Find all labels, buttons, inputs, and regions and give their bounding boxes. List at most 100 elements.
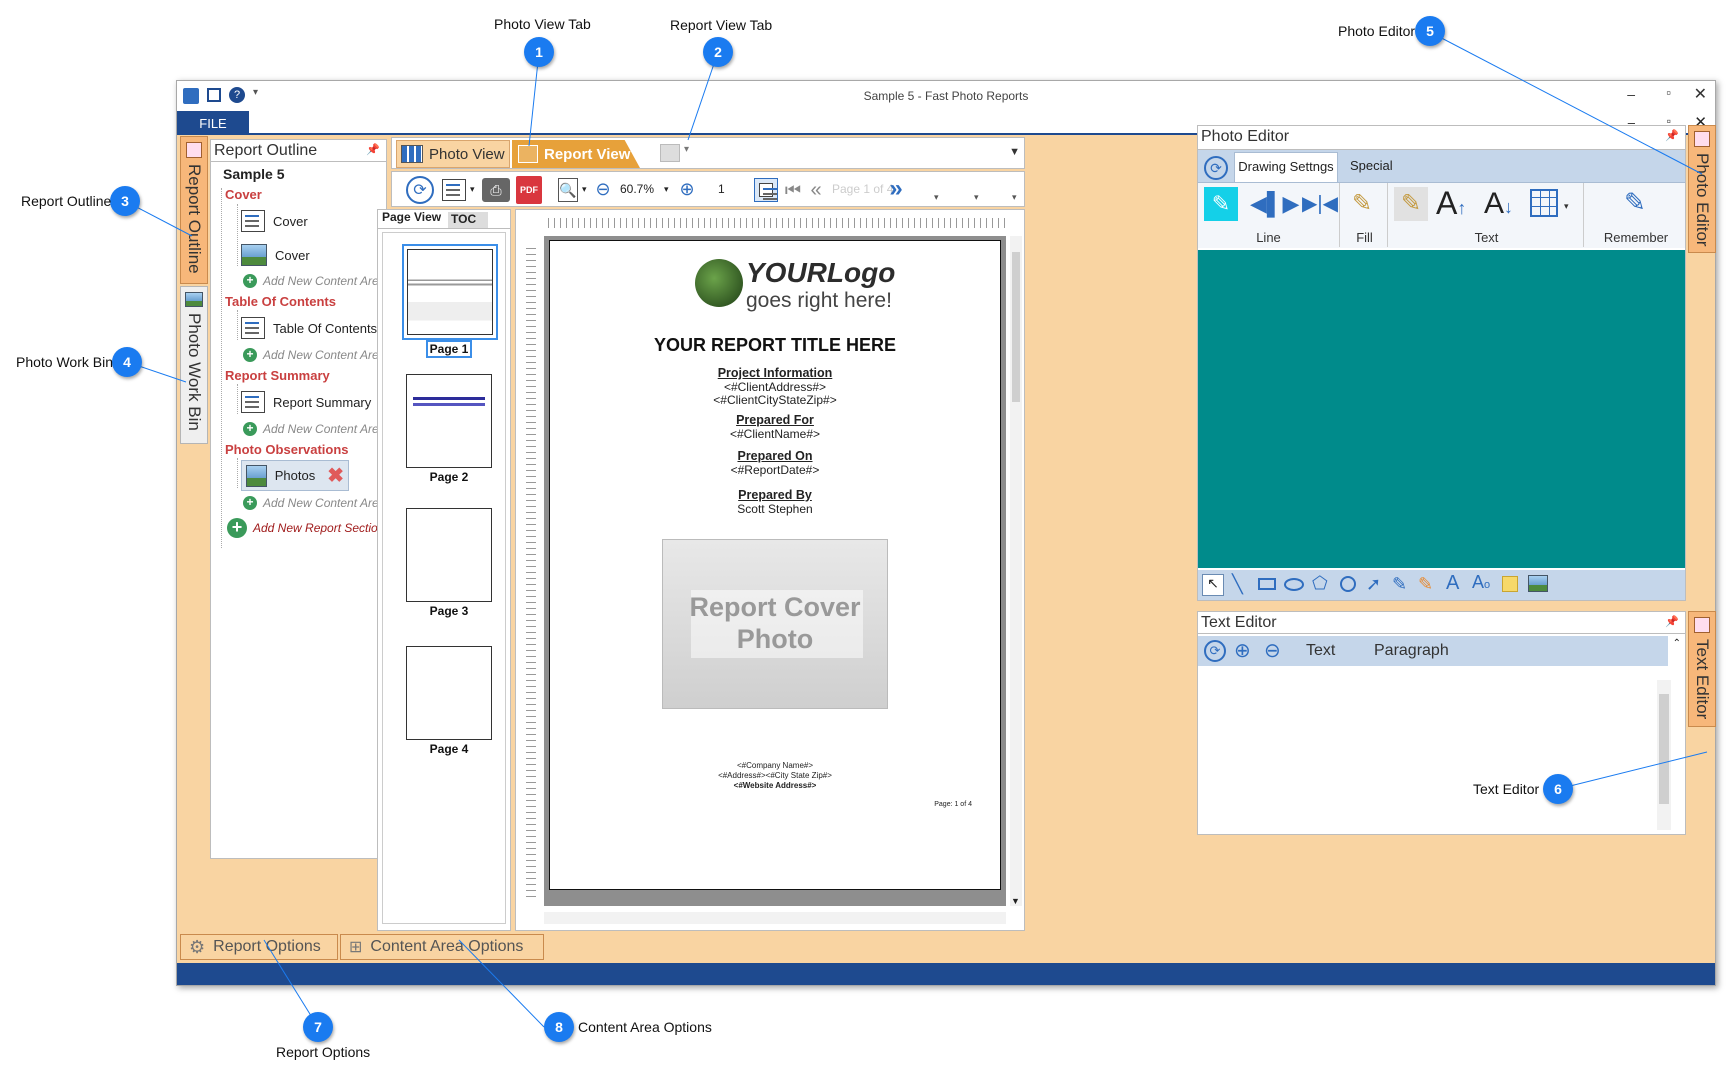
- text-tool-icon[interactable]: A: [1446, 572, 1459, 595]
- tab-text[interactable]: Text: [1306, 642, 1335, 660]
- tab-report-view[interactable]: Report View: [512, 140, 640, 168]
- increase-font-icon[interactable]: A↑: [1436, 185, 1466, 222]
- refresh-icon[interactable]: ⟳: [406, 176, 434, 204]
- zoom-out-icon[interactable]: ⊖: [1264, 638, 1281, 663]
- tab-photo-view[interactable]: Photo View: [396, 140, 510, 168]
- minimize-icon[interactable]: –: [1627, 86, 1635, 102]
- text-brush-icon[interactable]: ✎: [1394, 187, 1428, 221]
- tab-text-editor[interactable]: Text Editor: [1688, 611, 1716, 727]
- toolbar-overflow-icon-3[interactable]: ▾: [1012, 192, 1017, 203]
- tab-photo-editor[interactable]: Photo Editor: [1688, 125, 1716, 253]
- close-icon[interactable]: ✕: [1694, 84, 1707, 104]
- add-report-section[interactable]: + Add New Report Section: [227, 518, 384, 538]
- circle-tool-icon[interactable]: [1340, 576, 1356, 592]
- zoom-in-icon[interactable]: ⊕: [1234, 638, 1251, 663]
- pointer-icon[interactable]: ↖: [1202, 574, 1224, 596]
- highlighter-tool-icon[interactable]: ✎: [1418, 574, 1433, 595]
- pencil-tool-icon[interactable]: ✎: [1392, 574, 1407, 595]
- add-content-area-summary[interactable]: + Add New Content Area: [243, 422, 385, 436]
- zoom-page-icon[interactable]: 🔍: [558, 178, 578, 202]
- restore-icon[interactable]: ▫: [1666, 85, 1671, 100]
- section-toc[interactable]: Table Of Contents: [225, 294, 336, 309]
- tab-report-outline[interactable]: Report Outline: [180, 136, 208, 284]
- image-tool-icon[interactable]: [1528, 575, 1548, 592]
- text-box-dropdown-icon[interactable]: ▾: [1564, 201, 1569, 212]
- polygon-tool-icon[interactable]: ⬠: [1312, 573, 1328, 594]
- cover-photo-placeholder[interactable]: Report Cover Photo: [662, 539, 888, 709]
- dropdown-icon[interactable]: ▾: [684, 144, 689, 155]
- outline-item-report-summary[interactable]: Report Summary: [241, 391, 371, 413]
- page-thumbnail-4[interactable]: [406, 646, 492, 740]
- photo-editor-canvas[interactable]: [1198, 250, 1685, 568]
- pdf-icon[interactable]: PDF: [516, 176, 542, 204]
- zoom-in-icon[interactable]: ⊕: [676, 178, 698, 200]
- tab-drawing-settings[interactable]: Drawing Settngs: [1234, 152, 1338, 182]
- zoom-out-icon[interactable]: ⊖: [592, 178, 614, 200]
- page-thumbnail-1[interactable]: [402, 244, 498, 340]
- line-tool-icon[interactable]: ╲: [1232, 574, 1243, 595]
- pin-icon[interactable]: 📌: [366, 140, 380, 161]
- zoom-page-dropdown-icon[interactable]: ▾: [582, 184, 587, 195]
- section-photo-observations[interactable]: Photo Observations: [225, 442, 349, 457]
- tab-strip-menu-icon[interactable]: ▼: [1009, 146, 1020, 158]
- text-editor-scrollbar[interactable]: [1657, 680, 1671, 830]
- report-page[interactable]: YOURLogo goes right here! YOUR REPORT TI…: [549, 240, 1001, 890]
- outline-item-cover-photo[interactable]: Cover: [241, 244, 310, 266]
- tab-content-area-options[interactable]: ⊞ Content Area Options: [340, 934, 544, 960]
- file-menu-button[interactable]: FILE: [177, 111, 249, 135]
- note-tool-icon[interactable]: [1502, 576, 1518, 592]
- pin-icon[interactable]: 📌: [1665, 126, 1679, 147]
- single-page-icon[interactable]: [754, 178, 778, 202]
- page-setup-dropdown-icon[interactable]: ▾: [470, 184, 475, 195]
- page-number-input[interactable]: 1: [718, 182, 725, 196]
- ribbon-scroll-icon[interactable]: ⌃: [1673, 638, 1681, 649]
- ellipse-tool-icon[interactable]: [1284, 578, 1304, 591]
- arrow-tool-icon[interactable]: ➚: [1366, 574, 1381, 595]
- add-content-area-toc[interactable]: + Add New Content Area: [243, 348, 385, 362]
- scroll-down-icon[interactable]: ▼: [1011, 896, 1020, 906]
- pin-icon[interactable]: 📌: [1665, 612, 1679, 633]
- tab-page-view[interactable]: Page View: [380, 210, 446, 228]
- horizontal-scrollbar[interactable]: [544, 912, 1006, 924]
- scroll-thumb[interactable]: [1659, 694, 1669, 804]
- section-report-summary[interactable]: Report Summary: [225, 368, 330, 383]
- tab-toc[interactable]: TOC: [448, 212, 488, 228]
- refresh-icon[interactable]: ⟳: [1204, 156, 1228, 180]
- remember-icon[interactable]: ✎: [1624, 187, 1646, 218]
- page-label-3[interactable]: Page 3: [404, 604, 494, 618]
- tab-special[interactable]: Special: [1350, 158, 1393, 173]
- add-content-area-photos[interactable]: + Add New Content Area: [243, 496, 385, 510]
- pen-icon[interactable]: ✎: [1204, 187, 1238, 221]
- outline-item-photos[interactable]: Photos ✖: [241, 460, 349, 491]
- toolbar-overflow-icon-2[interactable]: ▾: [974, 192, 979, 203]
- vertical-scrollbar[interactable]: ▼: [1010, 236, 1022, 906]
- print-icon[interactable]: ⎙: [482, 178, 510, 202]
- outline-item-toc[interactable]: Table Of Contents: [241, 317, 377, 339]
- next-page-icon[interactable]: »: [884, 175, 908, 202]
- text-style-tool-icon[interactable]: Ao: [1472, 572, 1490, 593]
- scroll-thumb[interactable]: [1012, 252, 1020, 402]
- page-label-1[interactable]: Page 1: [404, 340, 494, 358]
- toolbar-overflow-icon[interactable]: ▾: [934, 192, 939, 203]
- fill-brush-icon[interactable]: ✎: [1352, 189, 1372, 218]
- prev-page-icon[interactable]: «: [806, 178, 826, 202]
- section-cover[interactable]: Cover: [225, 187, 262, 202]
- page-thumbnail-3[interactable]: [406, 508, 492, 602]
- zoom-dropdown-icon[interactable]: ▾: [664, 184, 669, 195]
- text-box-icon[interactable]: [1530, 189, 1558, 217]
- tab-report-options[interactable]: ⚙ Report Options: [180, 934, 338, 960]
- line-spacing-icon[interactable]: ▶|◀: [1302, 191, 1338, 216]
- first-page-icon[interactable]: ⏮: [784, 178, 802, 202]
- outline-item-cover-text[interactable]: Cover: [241, 210, 308, 232]
- page-setup-icon[interactable]: [442, 176, 466, 204]
- line-width-icon[interactable]: ◀▌▶: [1250, 191, 1299, 217]
- refresh-icon[interactable]: ⟳: [1204, 640, 1226, 662]
- outline-root[interactable]: Sample 5: [223, 166, 284, 182]
- page-label-2[interactable]: Page 2: [404, 470, 494, 484]
- tab-paragraph[interactable]: Paragraph: [1374, 642, 1449, 660]
- delete-icon[interactable]: ✖: [327, 463, 344, 488]
- add-content-area-cover[interactable]: + Add New Content Area: [243, 274, 385, 288]
- zoom-level[interactable]: 60.7%: [620, 182, 654, 196]
- page-thumbnail-2[interactable]: [406, 374, 492, 468]
- rectangle-tool-icon[interactable]: [1258, 578, 1276, 590]
